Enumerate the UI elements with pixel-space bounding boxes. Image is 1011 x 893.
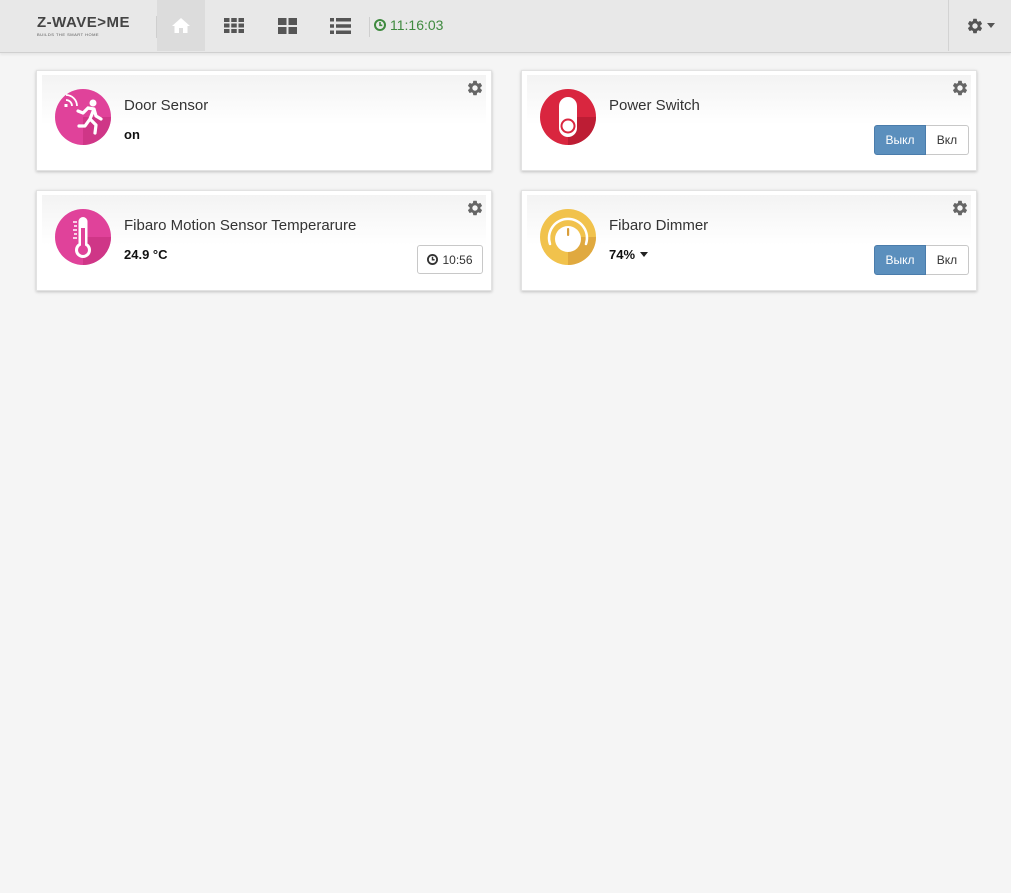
nav-events-button[interactable] <box>316 0 364 51</box>
widget-value: on <box>124 127 140 142</box>
thermometer-icon <box>55 209 111 265</box>
update-time-button[interactable]: 10:56 <box>417 245 483 274</box>
sensor-state: on <box>124 127 140 142</box>
nav-home-button[interactable] <box>157 0 205 51</box>
nav-elements-button[interactable] <box>210 0 258 51</box>
grid-icon <box>224 18 244 33</box>
off-button[interactable]: Выкл <box>874 125 926 155</box>
gear-icon[interactable] <box>951 199 969 217</box>
logo-tagline: BUILDS THE SMART HOME <box>37 32 100 37</box>
gear-icon[interactable] <box>466 79 484 97</box>
tiles-icon <box>277 17 297 34</box>
switch-toggle-icon <box>540 89 596 145</box>
nav-divider <box>369 17 370 37</box>
widget-title: Door Sensor <box>124 97 209 114</box>
gear-icon <box>967 18 982 33</box>
gear-icon[interactable] <box>951 79 969 97</box>
update-time: 10:56 <box>442 252 473 267</box>
switch-button-group: Выкл Вкл <box>874 125 969 155</box>
clock-time: 11:16:03 <box>390 17 444 33</box>
switch-button-group: Выкл Вкл <box>874 245 969 275</box>
motion-running-icon <box>55 89 111 145</box>
on-button[interactable]: Вкл <box>926 125 969 155</box>
zwave-me-logo[interactable]: Z-WAVE>ME BUILDS THE SMART HOME <box>37 14 137 40</box>
widget-power-switch: Power Switch Выкл Вкл <box>521 70 977 171</box>
clock: 11:16:03 <box>374 16 443 34</box>
home-icon <box>172 18 190 33</box>
dimmer-knob-icon <box>540 209 596 265</box>
gear-icon[interactable] <box>466 199 484 217</box>
clock-icon <box>374 19 386 31</box>
temperature-value: 24.9 °C <box>124 247 168 262</box>
top-navbar: Z-WAVE>ME BUILDS THE SMART HOME 11:16:03 <box>0 0 1011 53</box>
on-button[interactable]: Вкл <box>926 245 969 275</box>
list-icon <box>329 17 351 34</box>
widget-title: Fibaro Motion Sensor Temperarure <box>124 217 357 234</box>
widget-title: Fibaro Dimmer <box>609 217 709 234</box>
widget-title: Power Switch <box>609 97 700 114</box>
settings-menu-button[interactable] <box>948 0 1011 51</box>
widget-door-sensor: Door Sensor on <box>36 70 492 171</box>
widget-value: 74% <box>609 247 649 262</box>
nav-rooms-button[interactable] <box>263 0 311 51</box>
widget-dimmer: Fibaro Dimmer 74% Выкл Вкл <box>521 190 977 291</box>
caret-down-icon[interactable] <box>640 252 649 257</box>
widget-temperature: Fibaro Motion Sensor Temperarure 24.9 °C… <box>36 190 492 291</box>
off-button[interactable]: Выкл <box>874 245 926 275</box>
dimmer-level: 74% <box>609 247 636 262</box>
logo-text: Z-WAVE>ME <box>37 14 130 31</box>
widget-value: 24.9 °C <box>124 247 168 262</box>
clock-icon <box>427 254 439 265</box>
chevron-down-icon <box>986 23 995 28</box>
